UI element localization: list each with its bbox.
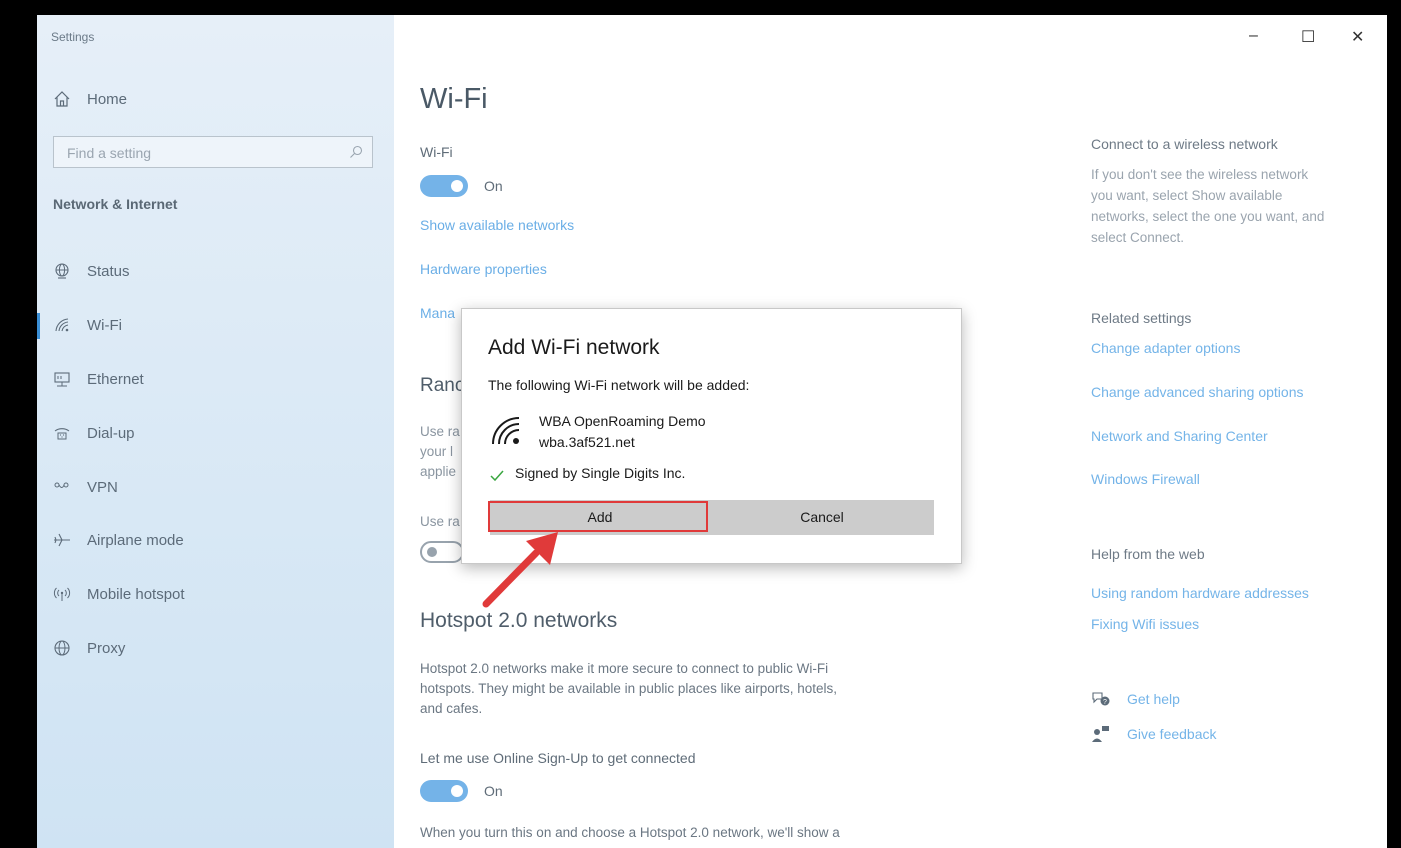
sidebar-item-dialup[interactable]: Dial-up — [53, 422, 135, 444]
search-icon — [350, 145, 363, 158]
nav-home-label: Home — [87, 90, 128, 108]
random-addresses-heading: Ranc — [420, 375, 465, 396]
link-network-sharing-center[interactable]: Network and Sharing Center — [1091, 428, 1268, 444]
link-random-hw[interactable]: Using random hardware addresses — [1091, 585, 1309, 601]
page-title: Wi-Fi — [420, 83, 488, 115]
hotspot-desc-1: Hotspot 2.0 networks make it more secure… — [420, 661, 829, 676]
maximize-button[interactable]: ☐ — [1301, 27, 1315, 47]
hardware-properties-link[interactable]: Hardware properties — [420, 261, 547, 277]
sidebar-item-wifi[interactable]: Wi-Fi — [53, 314, 122, 336]
hotspot-heading: Hotspot 2.0 networks — [420, 609, 618, 632]
sidebar-item-label: Ethernet — [87, 370, 144, 388]
random-addresses-toggle[interactable] — [420, 541, 464, 563]
use-random-label: Use ra — [420, 514, 460, 529]
hotspot-icon — [53, 587, 71, 601]
sidebar-item-label: Airplane mode — [87, 531, 184, 549]
globe-proxy-icon — [54, 640, 70, 656]
home-icon — [54, 91, 70, 107]
feedback-icon — [1092, 726, 1109, 742]
random-desc-3: applie — [420, 464, 457, 479]
sidebar-item-label: Status — [87, 262, 130, 280]
related-heading: Related settings — [1091, 310, 1192, 326]
manage-networks-link[interactable]: Mana — [420, 305, 455, 321]
random-desc-2: your l — [420, 444, 454, 459]
cancel-button[interactable]: Cancel — [710, 500, 934, 535]
wifi-toggle-state: On — [484, 178, 503, 194]
sidebar-item-label: Proxy — [87, 639, 126, 657]
check-icon — [490, 470, 504, 482]
section-label: Network & Internet — [53, 196, 178, 212]
sidebar-item-label: Wi-Fi — [87, 316, 122, 334]
network-name: WBA OpenRoaming Demo — [539, 413, 706, 429]
link-change-adapter[interactable]: Change adapter options — [1091, 340, 1240, 356]
link-fixing-wifi[interactable]: Fixing Wifi issues — [1091, 616, 1199, 632]
ethernet-icon — [54, 372, 70, 387]
wifi-icon — [55, 318, 69, 332]
sidebar-item-proxy[interactable]: Proxy — [53, 637, 125, 659]
sidebar-item-label: Mobile hotspot — [87, 585, 185, 603]
online-signup-state: On — [484, 783, 503, 799]
connect-text-1: If you don't see the wireless network — [1091, 167, 1309, 182]
random-desc-1: Use ra — [420, 424, 460, 439]
search-input[interactable]: Find a setting — [53, 136, 373, 168]
network-domain: wba.3af521.net — [539, 434, 635, 450]
search-placeholder: Find a setting — [67, 145, 152, 161]
online-signup-label: Let me use Online Sign-Up to get connect… — [420, 750, 696, 766]
help-heading: Help from the web — [1091, 546, 1205, 562]
nav-home[interactable]: Home — [53, 90, 127, 108]
link-windows-firewall[interactable]: Windows Firewall — [1091, 471, 1200, 487]
airplane-icon — [54, 533, 70, 547]
sidebar-item-label: VPN — [87, 478, 118, 496]
get-help-label: Get help — [1127, 691, 1180, 707]
sidebar-item-status[interactable]: Status — [53, 260, 130, 282]
connect-text-2: you want, select Show available — [1091, 188, 1283, 203]
active-indicator — [37, 313, 40, 339]
globe-status-icon — [55, 263, 69, 279]
dialog-subtitle: The following Wi-Fi network will be adde… — [488, 377, 750, 393]
right-panel: Connect to a wireless network If you don… — [1091, 15, 1381, 848]
sidebar-item-hotspot[interactable]: Mobile hotspot — [53, 583, 185, 605]
app-title: Settings — [51, 30, 95, 44]
red-arrow-annotation — [482, 532, 558, 608]
hotspot-desc-3: and cafes. — [420, 701, 483, 716]
dialup-icon — [54, 428, 70, 440]
link-advanced-sharing[interactable]: Change advanced sharing options — [1091, 384, 1304, 400]
dialog-title: Add Wi-Fi network — [488, 336, 660, 359]
give-feedback-link[interactable]: Give feedback — [1091, 725, 1217, 743]
get-help-icon: ? — [1092, 692, 1110, 706]
wifi-signal-icon — [492, 417, 520, 445]
wifi-label: Wi-Fi — [420, 144, 453, 160]
signed-by-text: Signed by Single Digits Inc. — [515, 465, 686, 481]
connect-text-4: select Connect. — [1091, 230, 1185, 245]
sidebar-item-ethernet[interactable]: Ethernet — [53, 368, 144, 390]
sidebar-item-label: Dial-up — [87, 424, 135, 442]
close-button[interactable]: ✕ — [1351, 27, 1364, 47]
sidebar-item-vpn[interactable]: VPN — [53, 476, 118, 498]
bottom-text: When you turn this on and choose a Hotsp… — [420, 825, 840, 840]
sidebar: Settings Home Find a setting Network & I… — [37, 15, 394, 848]
hotspot-desc-2: hotspots. They might be available in pub… — [420, 681, 837, 696]
connect-heading: Connect to a wireless network — [1091, 136, 1278, 152]
connect-text-3: networks, select the one you want, and — [1091, 209, 1325, 224]
show-networks-link[interactable]: Show available networks — [420, 217, 574, 233]
sidebar-item-airplane[interactable]: Airplane mode — [53, 529, 184, 551]
give-feedback-label: Give feedback — [1127, 726, 1217, 742]
wifi-toggle[interactable] — [420, 175, 468, 197]
svg-text:?: ? — [1103, 699, 1107, 706]
get-help-link[interactable]: ? Get help — [1091, 690, 1180, 708]
vpn-icon — [54, 482, 69, 488]
minimize-button[interactable]: – — [1249, 27, 1258, 45]
online-signup-toggle[interactable] — [420, 780, 468, 802]
